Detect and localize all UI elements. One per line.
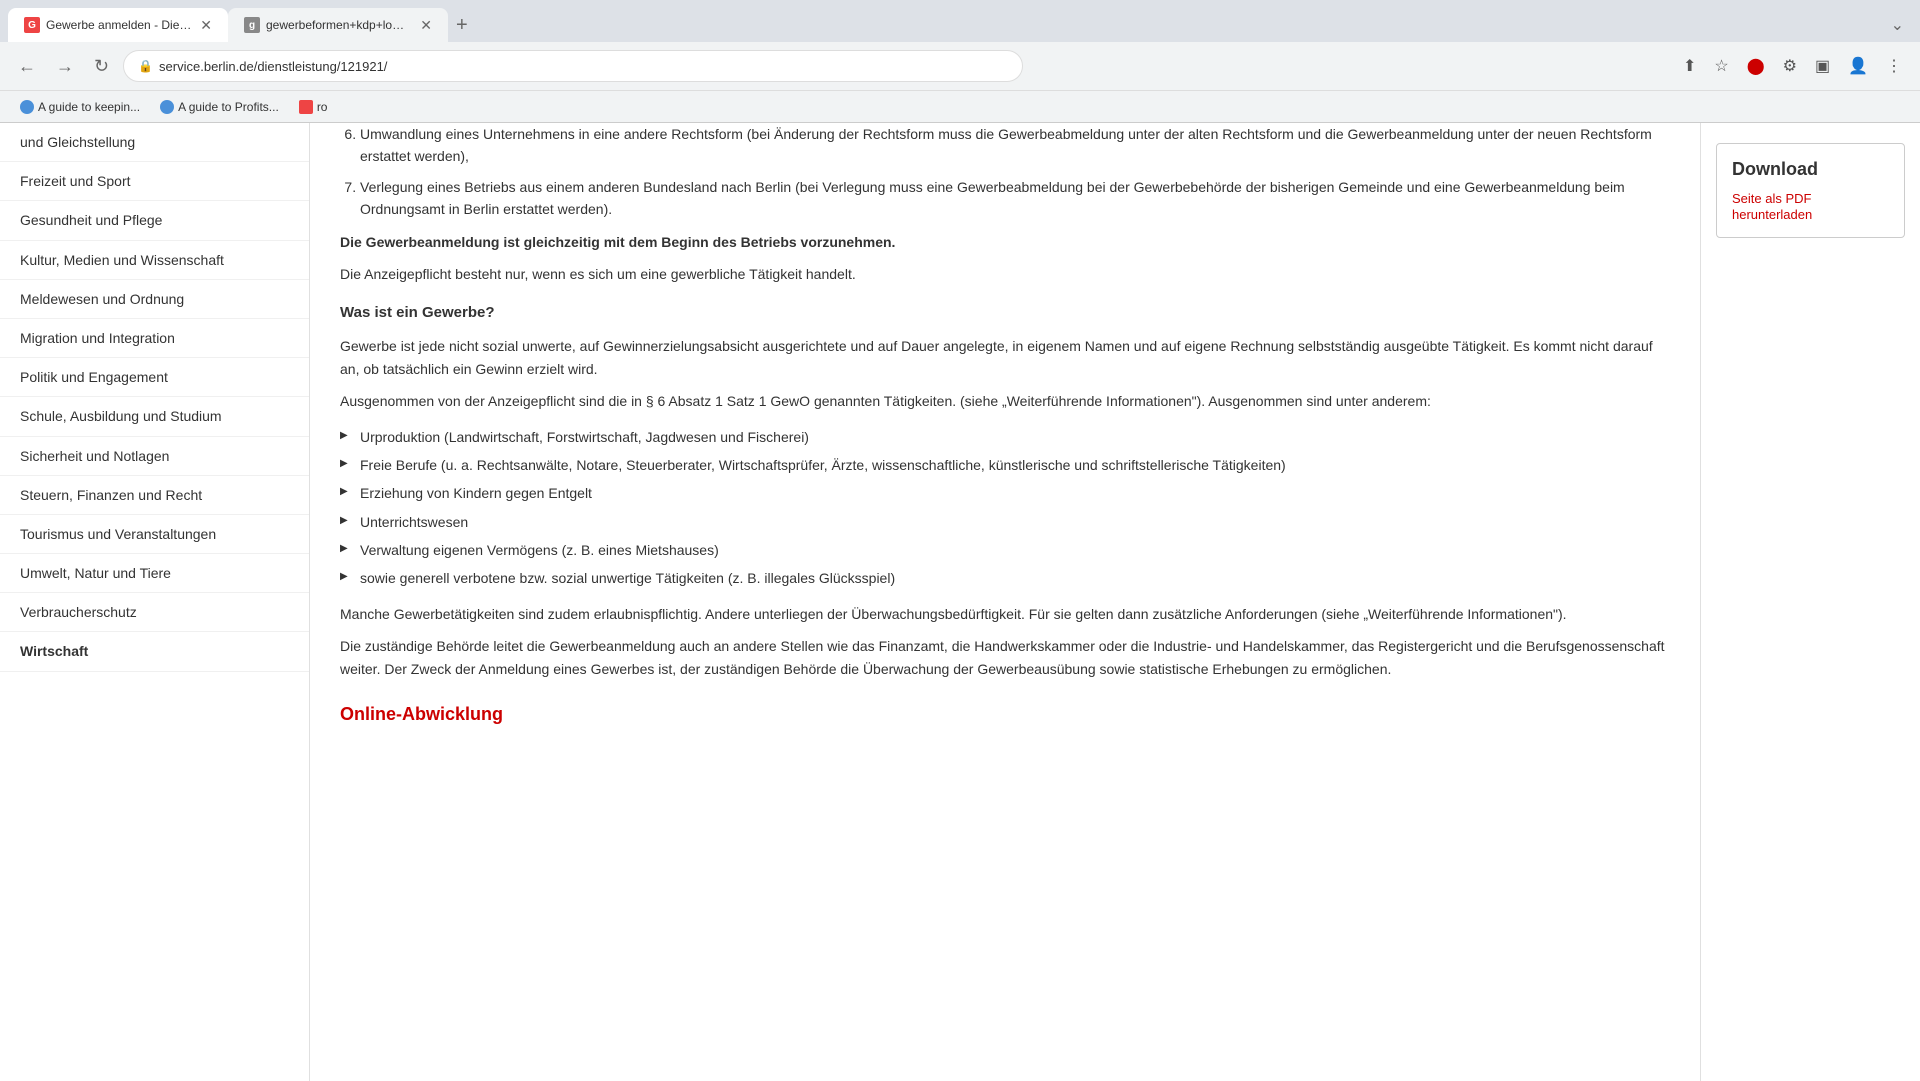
sidebar-item-wirtschaft[interactable]: Wirtschaft [0, 632, 309, 671]
tab-1-favicon: G [24, 17, 40, 33]
sidebar-item-migration[interactable]: Migration und Integration [0, 319, 309, 358]
back-button[interactable]: ← [12, 52, 42, 81]
browser-frame: G Gewerbe anmelden - Dienstlei... ✕ g ge… [0, 0, 1920, 123]
download-pdf-link[interactable]: Seite als PDF herunterladen [1732, 191, 1812, 222]
what-is-heading: Was ist ein Gewerbe? [340, 301, 1670, 325]
extension-icon-3[interactable]: ▣ [1809, 52, 1836, 80]
sidebar-item-tourismus[interactable]: Tourismus und Veranstaltungen [0, 515, 309, 554]
bookmark-icon[interactable]: ☆ [1708, 52, 1734, 80]
bookmark-1[interactable]: A guide to keepin... [12, 98, 148, 116]
bookmark-1-label: A guide to keepin... [38, 100, 140, 114]
extension-icon-1[interactable]: ⬤ [1741, 52, 1771, 80]
tab-bar: G Gewerbe anmelden - Dienstlei... ✕ g ge… [0, 0, 1920, 42]
what-is-paragraph: Gewerbe ist jede nicht sozial unwerte, a… [340, 335, 1670, 380]
sidebar-item-gleichstellung[interactable]: und Gleichstellung [0, 123, 309, 162]
tab-1-label: Gewerbe anmelden - Dienstlei... [46, 18, 192, 32]
share-icon[interactable]: ⬆ [1677, 52, 1702, 80]
sidebar-item-verbraucherschutz[interactable]: Verbraucherschutz [0, 593, 309, 632]
bullet-item-5: sowie generell verbotene bzw. sozial unw… [340, 564, 1670, 592]
exempt-intro: Ausgenommen von der Anzeigepflicht sind … [340, 390, 1670, 412]
sidebar-item-politik[interactable]: Politik und Engagement [0, 358, 309, 397]
left-sidebar: und Gleichstellung Freizeit und Sport Ge… [0, 123, 310, 1081]
sidebar-item-gesundheit[interactable]: Gesundheit und Pflege [0, 201, 309, 240]
tab-2-close[interactable]: ✕ [420, 17, 432, 34]
address-input[interactable] [159, 59, 1008, 74]
sub-paragraph: Die Anzeigepflicht besteht nur, wenn es … [340, 263, 1670, 285]
tab-2-favicon: g [244, 17, 260, 33]
page-layout: und Gleichstellung Freizeit und Sport Ge… [0, 123, 1920, 1081]
bullet-item-2: Erziehung von Kindern gegen Entgelt [340, 479, 1670, 507]
sidebar-item-schule[interactable]: Schule, Ausbildung und Studium [0, 397, 309, 436]
tab-1[interactable]: G Gewerbe anmelden - Dienstlei... ✕ [8, 8, 228, 42]
content-body: Umwandlung eines Unternehmens in eine an… [340, 123, 1670, 729]
download-title: Download [1732, 159, 1889, 180]
menu-icon[interactable]: ⋮ [1880, 52, 1908, 80]
online-heading: Online-Abwicklung [340, 700, 1670, 729]
bookmark-2-icon [160, 100, 174, 114]
forward-button[interactable]: → [50, 52, 80, 81]
download-box: Download Seite als PDF herunterladen [1716, 143, 1905, 238]
erlaubnis-paragraph: Manche Gewerbetätigkeiten sind zudem erl… [340, 603, 1670, 625]
bookmarks-bar: A guide to keepin... A guide to Profits.… [0, 90, 1920, 122]
new-tab-button[interactable]: + [456, 15, 468, 35]
list-item-6: Umwandlung eines Unternehmens in eine an… [360, 123, 1670, 168]
tab-1-close[interactable]: ✕ [200, 17, 212, 34]
tab-list-button[interactable]: ⌄ [1883, 11, 1912, 39]
sidebar-item-kultur[interactable]: Kultur, Medien und Wissenschaft [0, 241, 309, 280]
behoerde-paragraph: Die zuständige Behörde leitet die Gewerb… [340, 635, 1670, 680]
reload-button[interactable]: ↻ [88, 52, 115, 81]
bold-paragraph: Die Gewerbeanmeldung ist gleichzeitig mi… [340, 231, 1670, 253]
sidebar-item-freizeit[interactable]: Freizeit und Sport [0, 162, 309, 201]
bullet-list: Urproduktion (Landwirtschaft, Forstwirts… [340, 423, 1670, 593]
address-bar[interactable]: 🔒 [123, 50, 1023, 82]
bookmark-2-label: A guide to Profits... [178, 100, 279, 114]
address-bar-row: ← → ↻ 🔒 ⬆ ☆ ⬤ ⚙ ▣ 👤 ⋮ [0, 42, 1920, 90]
sidebar-item-umwelt[interactable]: Umwelt, Natur und Tiere [0, 554, 309, 593]
bullet-item-4: Verwaltung eigenen Vermögens (z. B. eine… [340, 536, 1670, 564]
extension-icon-2[interactable]: ⚙ [1777, 52, 1803, 80]
sidebar-item-sicherheit[interactable]: Sicherheit und Notlagen [0, 437, 309, 476]
bookmark-1-icon [20, 100, 34, 114]
bookmark-3-icon [299, 100, 313, 114]
toolbar-icons: ⬆ ☆ ⬤ ⚙ ▣ 👤 ⋮ [1677, 52, 1908, 80]
sidebar-item-meldewesen[interactable]: Meldewesen und Ordnung [0, 280, 309, 319]
list-item-7: Verlegung eines Betriebs aus einem ander… [360, 176, 1670, 221]
tab-2-label: gewerbeformen+kdp+low+con... [266, 18, 412, 32]
profile-icon[interactable]: 👤 [1842, 52, 1874, 80]
bookmark-3[interactable]: ro [291, 98, 336, 116]
bullet-item-1: Freie Berufe (u. a. Rechtsanwälte, Notar… [340, 451, 1670, 479]
bookmark-3-label: ro [317, 100, 328, 114]
bookmark-2[interactable]: A guide to Profits... [152, 98, 287, 116]
tab-2[interactable]: g gewerbeformen+kdp+low+con... ✕ [228, 8, 448, 42]
lock-icon: 🔒 [138, 59, 153, 73]
main-content: Umwandlung eines Unternehmens in eine an… [310, 123, 1700, 1081]
right-sidebar: Download Seite als PDF herunterladen [1700, 123, 1920, 1081]
bullet-item-3: Unterrichtswesen [340, 508, 1670, 536]
numbered-list: Umwandlung eines Unternehmens in eine an… [340, 123, 1670, 221]
bullet-item-0: Urproduktion (Landwirtschaft, Forstwirts… [340, 423, 1670, 451]
sidebar-item-steuern[interactable]: Steuern, Finanzen und Recht [0, 476, 309, 515]
